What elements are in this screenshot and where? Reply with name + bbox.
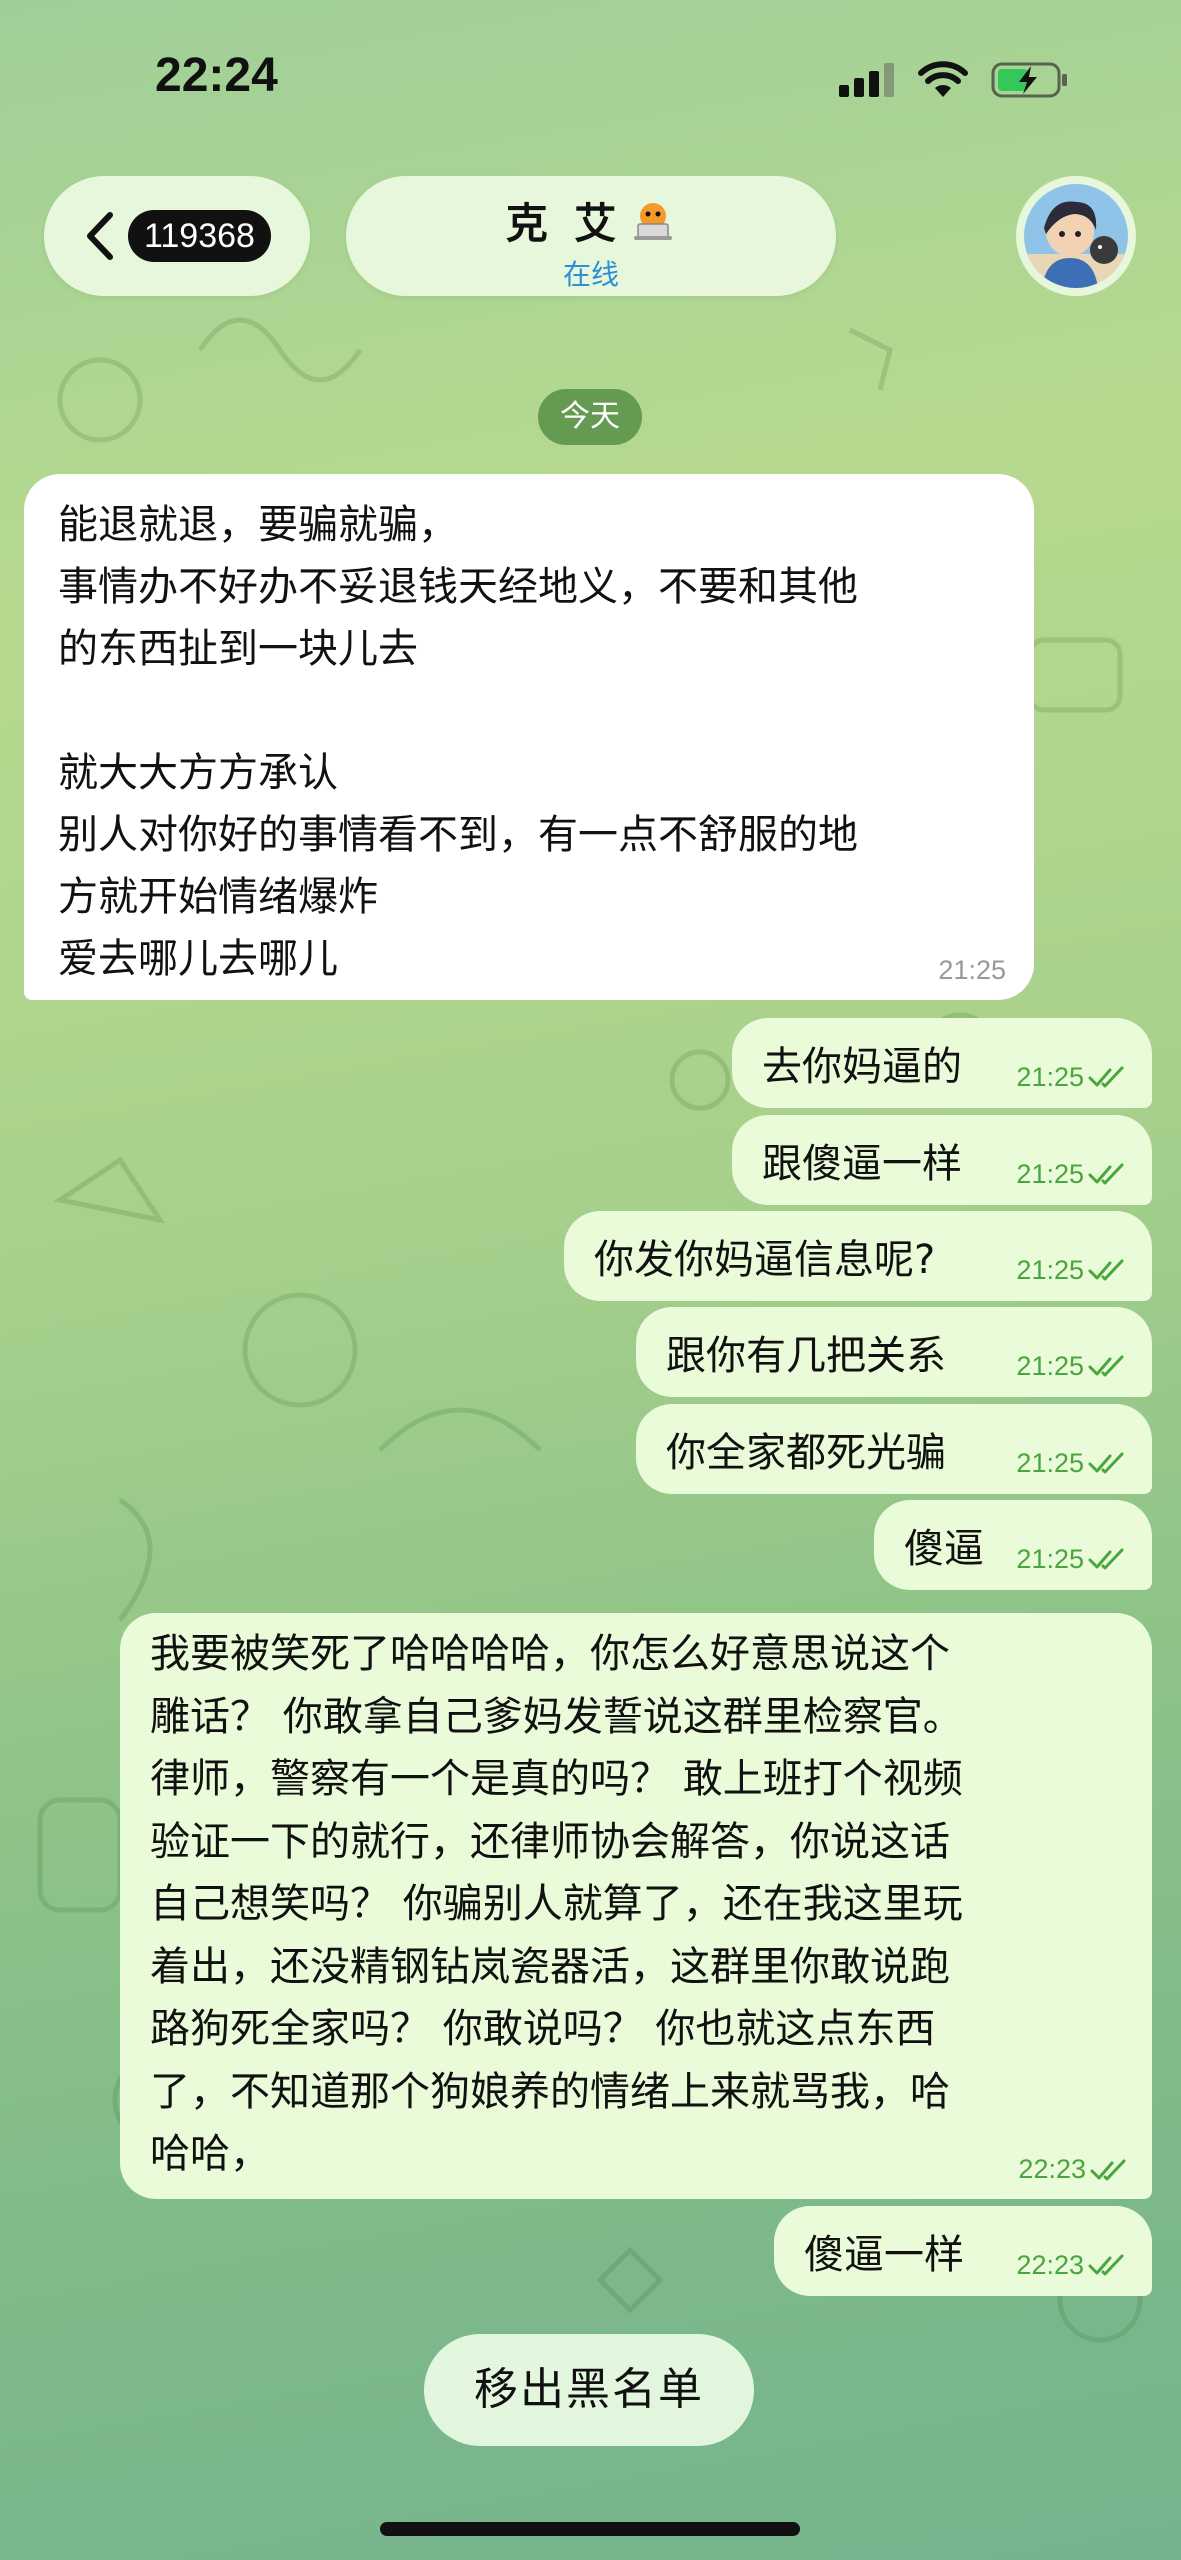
message-meta: 21:25 [1016, 1159, 1126, 1190]
double-check-icon [1088, 1163, 1124, 1185]
message-text: 跟你有几把关系 [666, 1333, 946, 1379]
chat-title[interactable]: 克 艾 在线 [346, 176, 836, 296]
chat-name-row: 克 艾 [346, 190, 836, 251]
double-check-icon [1088, 1066, 1124, 1088]
message-time: 21:25 [1016, 1350, 1084, 1381]
message-time: 21:25 [1016, 1254, 1084, 1285]
double-check-icon [1090, 2159, 1126, 2180]
unread-count-badge: 119368 [128, 210, 271, 262]
double-check-icon [1088, 1452, 1124, 1474]
message-text: 傻逼一样 [804, 2232, 964, 2278]
incoming-message[interactable]: 能退就退，要骗就骗， 事情办不好办不妥退钱天经地义，不要和其他 的东西扯到一块儿… [24, 474, 1034, 1000]
status-bar: 22:24 [0, 0, 1181, 150]
avatar[interactable] [1016, 176, 1136, 296]
home-indicator [380, 2522, 800, 2536]
message-text: 你发你妈逼信息呢? [594, 1237, 936, 1283]
double-check-icon [1088, 1355, 1124, 1377]
message-meta: 21:25 [1016, 1544, 1126, 1575]
outgoing-message[interactable]: 去你妈逼的 21:25 [732, 1018, 1152, 1108]
outgoing-message[interactable]: 傻逼一样 22:23 [774, 2206, 1152, 2296]
message-meta: 21:25 [1016, 1062, 1126, 1093]
status-time: 22:24 [155, 49, 278, 102]
message-meta: 21:25 [1016, 1448, 1126, 1479]
chat-name: 克 艾 [505, 199, 623, 248]
message-text: 你全家都死光骗 [666, 1430, 946, 1476]
laptop-emoji-icon [634, 202, 673, 240]
online-status: 在线 [562, 258, 619, 291]
signal-icon [839, 63, 894, 97]
message-text: 傻逼 [904, 1526, 984, 1572]
battery-charging-icon [991, 62, 1067, 98]
message-text: 能退就退，要骗就骗， 事情办不好办不妥退钱天经地义，不要和其他 的东西扯到一块儿… [58, 502, 858, 982]
message-text: 跟傻逼一样 [762, 1141, 962, 1187]
message-text: 去你妈逼的 [762, 1044, 962, 1090]
unblock-button[interactable]: 移出黑名单 [424, 2334, 754, 2446]
message-meta: 21:25 [1016, 1351, 1126, 1382]
status-icons [839, 56, 1071, 104]
outgoing-message[interactable]: 跟傻逼一样 21:25 [732, 1115, 1152, 1205]
back-button[interactable]: 119368 [44, 176, 310, 296]
date-chip: 今天 [538, 389, 642, 445]
message-meta: 22:23 [1018, 2154, 1128, 2185]
wifi-icon [918, 61, 968, 97]
outgoing-message[interactable]: 你全家都死光骗 21:25 [636, 1404, 1152, 1494]
outgoing-message[interactable]: 跟你有几把关系 21:25 [636, 1307, 1152, 1397]
message-time: 21:25 [1016, 1447, 1084, 1478]
double-check-icon [1088, 2254, 1124, 2276]
message-time: 21:25 [938, 955, 1006, 985]
outgoing-message[interactable]: 我要被笑死了哈哈哈哈，你怎么好意思说这个 雕话？ 你敢拿自己爹妈发誓说这群里检察… [120, 1613, 1152, 2199]
message-meta: 22:23 [1016, 2250, 1126, 2281]
outgoing-message[interactable]: 傻逼 21:25 [874, 1500, 1152, 1590]
outgoing-message[interactable]: 你发你妈逼信息呢? 21:25 [564, 1211, 1152, 1301]
double-check-icon [1088, 1548, 1124, 1570]
message-time: 22:23 [1016, 2249, 1084, 2280]
message-time: 22:23 [1018, 2154, 1086, 2184]
chevron-left-icon [87, 212, 113, 260]
avatar-image [1024, 184, 1128, 288]
message-meta: 21:25 [1016, 1255, 1126, 1286]
message-time: 21:25 [1016, 1061, 1084, 1092]
double-check-icon [1088, 1259, 1124, 1281]
message-time: 21:25 [1016, 1543, 1084, 1574]
message-text: 我要被笑死了哈哈哈哈，你怎么好意思说这个 雕话？ 你敢拿自己爹妈发誓说这群里检察… [150, 1631, 963, 2177]
message-time: 21:25 [1016, 1158, 1084, 1189]
